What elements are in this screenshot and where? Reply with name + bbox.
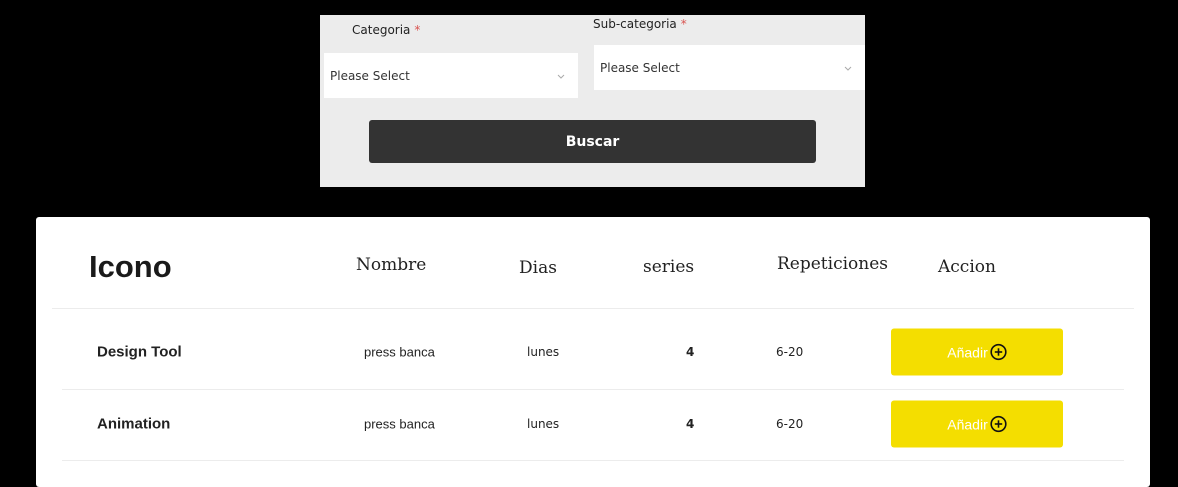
table-row: Animation press banca lunes 4 6-20 Añadi… <box>36 389 1150 459</box>
categoria-select[interactable]: Please Select <box>324 53 578 98</box>
row-name: Animation <box>97 415 171 433</box>
categoria-select-value: Please Select <box>330 68 410 83</box>
chevron-down-icon <box>557 74 565 79</box>
header-repeticiones: Repeticiones <box>777 254 888 274</box>
plus-circle-icon <box>990 415 1007 433</box>
header-nombre: Nombre <box>356 255 427 275</box>
subcategoria-label-text: Sub-categoria <box>593 17 677 31</box>
row-repeticiones: 6-20 <box>776 417 804 431</box>
search-button[interactable]: Buscar <box>369 120 816 163</box>
exercise-table: Icono Nombre Dias series Repeticiones Ac… <box>36 217 1150 487</box>
header-dias: Dias <box>519 258 557 278</box>
subcategoria-select[interactable]: Please Select <box>594 45 865 90</box>
header-divider <box>52 308 1134 309</box>
row-dias: lunes <box>527 417 560 431</box>
plus-circle-icon <box>990 343 1007 361</box>
row-nombre: press banca <box>364 344 435 360</box>
header-series: series <box>643 257 695 277</box>
required-mark: * <box>680 17 687 31</box>
subcategoria-select-value: Please Select <box>600 60 680 75</box>
row-nombre: press banca <box>364 416 435 432</box>
subcategoria-label: Sub-categoria * <box>593 17 687 31</box>
row-series: 4 <box>686 345 695 359</box>
row-series: 4 <box>686 417 695 431</box>
chevron-down-icon <box>844 66 852 71</box>
row-dias: lunes <box>527 345 560 359</box>
add-button-label: Añadir <box>947 416 988 432</box>
row-name: Design Tool <box>97 343 182 361</box>
row-repeticiones: 6-20 <box>776 345 804 359</box>
row-divider <box>62 460 1124 461</box>
add-button[interactable]: Añadir <box>891 328 1063 376</box>
add-button[interactable]: Añadir <box>891 400 1063 448</box>
required-mark: * <box>414 23 421 37</box>
header-accion: Accion <box>938 257 996 277</box>
categoria-label: Categoria * <box>352 23 420 37</box>
table-row: Design Tool press banca lunes 4 6-20 Aña… <box>36 317 1150 387</box>
filter-panel: Categoria * Sub-categoria * Please Select … <box>320 15 865 187</box>
add-button-label: Añadir <box>947 344 988 360</box>
header-icono: Icono <box>89 249 172 284</box>
categoria-label-text: Categoria <box>352 23 411 37</box>
